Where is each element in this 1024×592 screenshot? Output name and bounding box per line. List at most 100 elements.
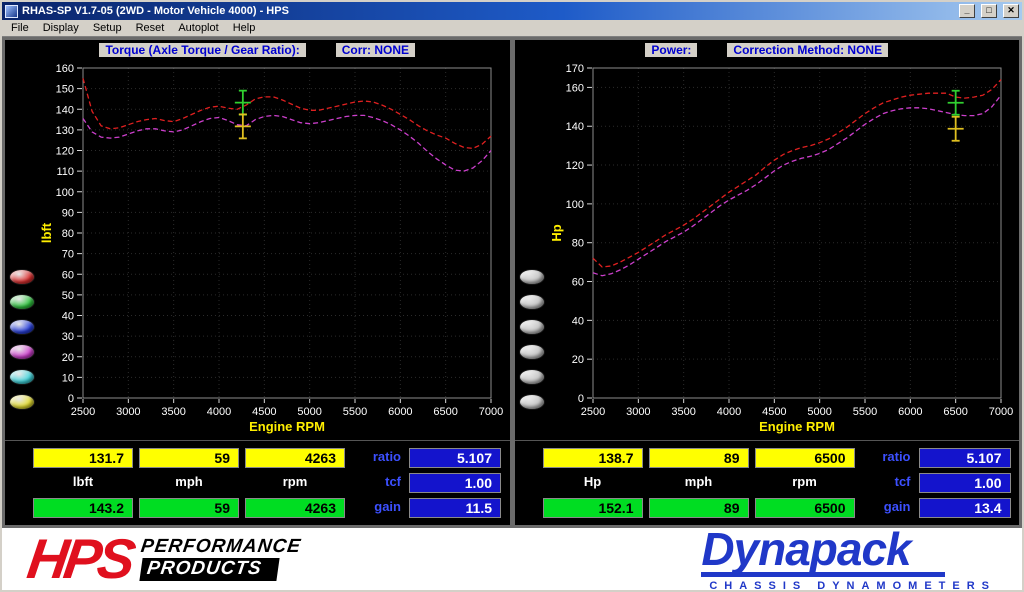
power-cursor2-value: 152.1	[543, 498, 643, 518]
gain-value: 13.4	[919, 498, 1011, 518]
power-header: Power: Correction Method: NONE	[515, 42, 1020, 58]
menu-file[interactable]: File	[4, 21, 36, 35]
svg-text:4000: 4000	[207, 406, 231, 418]
menu-setup[interactable]: Setup	[86, 21, 129, 35]
svg-text:Hp: Hp	[549, 224, 564, 241]
menu-bar: File Display Setup Reset Autoplot Help	[2, 20, 1022, 37]
power-chart-body: 0204060801001201401601702500300035004000…	[515, 58, 1020, 440]
ratio-label: ratio	[351, 448, 403, 468]
hps-performance-text: PERFORMANCE	[140, 536, 303, 558]
torque-chart[interactable]: 0102030405060708090100110120130140150160…	[39, 60, 503, 438]
power-cursor-value: 138.7	[543, 448, 643, 468]
torque-unit-label: lbft	[33, 473, 133, 493]
menu-reset[interactable]: Reset	[129, 21, 172, 35]
svg-text:5000: 5000	[297, 406, 321, 418]
svg-text:6000: 6000	[898, 406, 922, 418]
svg-text:60: 60	[571, 277, 583, 289]
maximize-button[interactable]: □	[981, 4, 997, 18]
menu-autoplot[interactable]: Autoplot	[171, 21, 225, 35]
torque-header-label: Torque (Axle Torque / Gear Ratio):	[99, 43, 305, 57]
svg-text:70: 70	[62, 249, 74, 261]
svg-text:20: 20	[62, 352, 74, 364]
torque-panel: Torque (Axle Torque / Gear Ratio): Corr:…	[5, 40, 510, 525]
channel-button-left-5[interactable]	[9, 369, 35, 385]
channel-button-right-1[interactable]	[519, 269, 545, 285]
svg-text:170: 170	[565, 63, 583, 75]
tcf-value: 1.00	[409, 473, 501, 493]
app-window: RHAS-SP V1.7-05 (2WD - Motor Vehicle 400…	[0, 0, 1024, 592]
svg-text:3500: 3500	[161, 406, 185, 418]
svg-text:120: 120	[56, 146, 74, 158]
torque-cursor2-rpm: 4263	[245, 498, 345, 518]
svg-text:3500: 3500	[671, 406, 695, 418]
channel-button-left-1[interactable]	[9, 269, 35, 285]
svg-text:40: 40	[571, 315, 583, 327]
dynapack-subtitle: CHASSIS DYNAMOMETERS	[701, 580, 996, 592]
channel-button-right-6[interactable]	[519, 394, 545, 410]
svg-text:80: 80	[62, 228, 74, 240]
svg-text:10: 10	[62, 372, 74, 384]
svg-text:Engine RPM: Engine RPM	[759, 419, 835, 434]
channel-buttons-right	[515, 58, 549, 440]
svg-text:lbft: lbft	[39, 222, 54, 243]
dynapack-logo: Dynapack CHASSIS DYNAMOMETERS	[701, 526, 996, 592]
window-title: RHAS-SP V1.7-05 (2WD - Motor Vehicle 400…	[22, 5, 953, 17]
channel-button-right-4[interactable]	[519, 344, 545, 360]
channel-button-left-2[interactable]	[9, 294, 35, 310]
channel-button-right-2[interactable]	[519, 294, 545, 310]
torque-cursor-rpm: 4263	[245, 448, 345, 468]
svg-text:100: 100	[565, 199, 583, 211]
hps-logo-text: HPS	[24, 534, 134, 584]
channel-button-left-4[interactable]	[9, 344, 35, 360]
svg-text:130: 130	[56, 125, 74, 137]
svg-text:5000: 5000	[807, 406, 831, 418]
torque-cursor-value: 131.7	[33, 448, 133, 468]
svg-text:3000: 3000	[116, 406, 140, 418]
power-correction-label: Correction Method: NONE	[727, 43, 888, 57]
channel-button-left-3[interactable]	[9, 319, 35, 335]
torque-cursor-speed: 59	[139, 448, 239, 468]
close-button[interactable]: ✕	[1003, 4, 1019, 18]
tcf-label: tcf	[861, 473, 913, 493]
svg-text:160: 160	[56, 63, 74, 75]
gain-label: gain	[351, 498, 403, 518]
power-cursor2-rpm: 6500	[755, 498, 855, 518]
title-bar: RHAS-SP V1.7-05 (2WD - Motor Vehicle 400…	[2, 2, 1022, 20]
channel-button-right-5[interactable]	[519, 369, 545, 385]
torque-header: Torque (Axle Torque / Gear Ratio): Corr:…	[5, 42, 510, 58]
menu-help[interactable]: Help	[226, 21, 263, 35]
svg-text:6500: 6500	[943, 406, 967, 418]
svg-text:20: 20	[571, 354, 583, 366]
svg-text:120: 120	[565, 160, 583, 172]
hps-logo: HPS PERFORMANCE PRODUCTS	[28, 534, 301, 584]
power-chart[interactable]: 0204060801001201401601702500300035004000…	[549, 60, 1013, 438]
app-icon	[5, 5, 18, 18]
rpm-unit-label: rpm	[245, 473, 345, 493]
svg-text:100: 100	[56, 187, 74, 199]
svg-text:6500: 6500	[433, 406, 457, 418]
svg-text:110: 110	[56, 166, 74, 178]
channel-button-left-6[interactable]	[9, 394, 35, 410]
svg-text:7000: 7000	[988, 406, 1012, 418]
tcf-value: 1.00	[919, 473, 1011, 493]
minimize-button[interactable]: _	[959, 4, 975, 18]
svg-text:140: 140	[56, 104, 74, 116]
svg-text:2500: 2500	[580, 406, 604, 418]
torque-cursor2-value: 143.2	[33, 498, 133, 518]
torque-correction-label: Corr: NONE	[336, 43, 415, 57]
svg-text:3000: 3000	[626, 406, 650, 418]
svg-text:4500: 4500	[252, 406, 276, 418]
hps-products-text: PRODUCTS	[140, 558, 280, 581]
svg-text:5500: 5500	[852, 406, 876, 418]
menu-display[interactable]: Display	[36, 21, 86, 35]
ratio-value: 5.107	[919, 448, 1011, 468]
svg-text:6000: 6000	[388, 406, 412, 418]
svg-text:140: 140	[565, 121, 583, 133]
svg-text:150: 150	[56, 84, 74, 96]
torque-chart-body: 0102030405060708090100110120130140150160…	[5, 58, 510, 440]
dynapack-logo-text: Dynapack	[701, 526, 944, 577]
svg-text:7000: 7000	[479, 406, 503, 418]
svg-text:0: 0	[68, 393, 74, 405]
channel-button-right-3[interactable]	[519, 319, 545, 335]
torque-cursor2-speed: 59	[139, 498, 239, 518]
